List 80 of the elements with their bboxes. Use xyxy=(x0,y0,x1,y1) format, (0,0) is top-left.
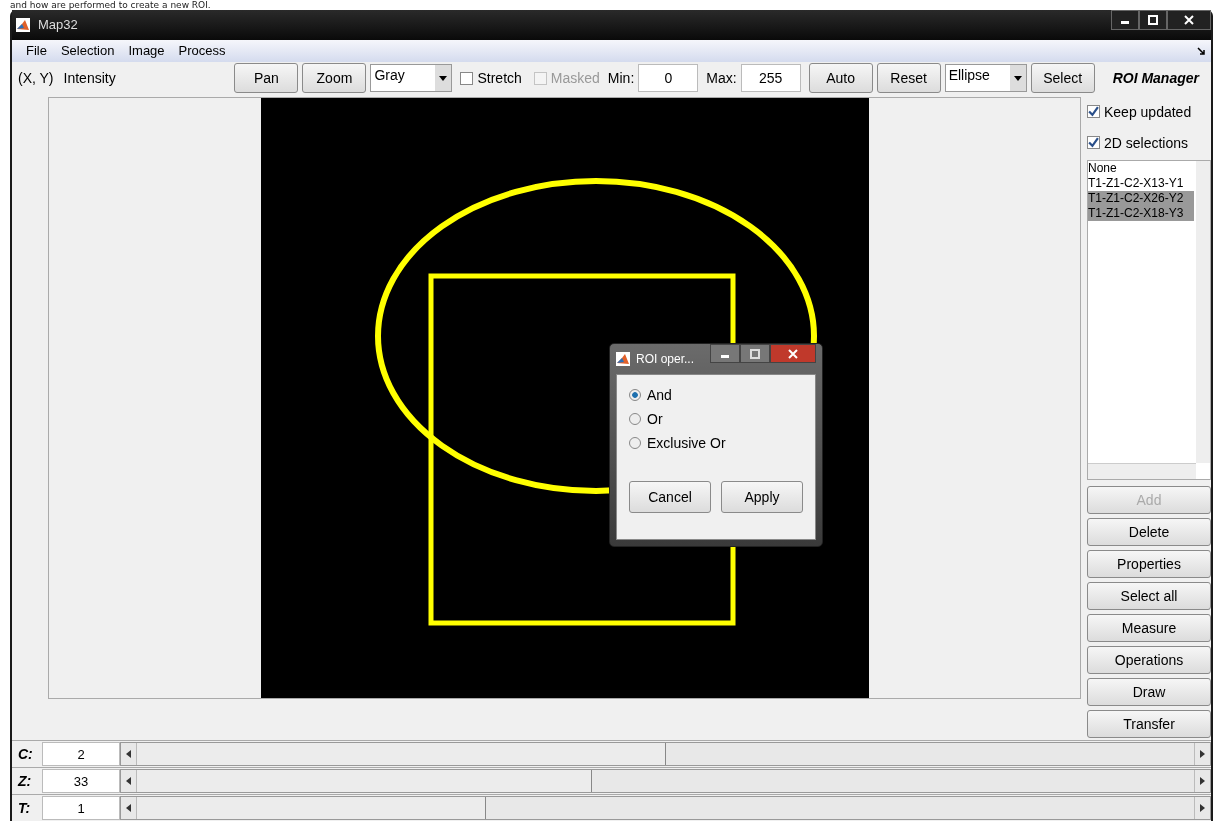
dimension-slider[interactable] xyxy=(136,770,1195,792)
slider-thumb[interactable] xyxy=(137,743,666,765)
left-arrow-icon[interactable] xyxy=(126,777,131,785)
roi-list-item[interactable]: None xyxy=(1088,161,1194,176)
caption-text: and how are performed to create a new ROI. xyxy=(9,0,212,10)
min-label: Min: xyxy=(607,70,635,87)
dimension-slider[interactable] xyxy=(136,797,1195,819)
close-icon xyxy=(787,348,799,359)
horizontal-scrollbar[interactable] xyxy=(1088,463,1196,479)
dialog-button[interactable]: Apply xyxy=(721,481,803,513)
dropdown-arrow-icon[interactable] xyxy=(1013,75,1022,81)
right-arrow-icon[interactable] xyxy=(1200,777,1205,785)
left-arrow-icon[interactable] xyxy=(126,804,131,812)
app-logo-icon xyxy=(16,17,30,32)
close-button[interactable] xyxy=(770,344,816,363)
panel-title: ROI Manager xyxy=(1112,70,1199,87)
maximize-button[interactable] xyxy=(740,344,770,363)
dimension-label: C: xyxy=(17,746,34,762)
operation-radio[interactable]: Or xyxy=(629,411,803,427)
menu-item[interactable]: Selection xyxy=(60,43,115,59)
min-field[interactable]: 0 xyxy=(638,64,699,93)
roi-button[interactable]: Properties xyxy=(1087,550,1211,578)
vertical-scrollbar[interactable] xyxy=(1196,161,1210,463)
roi-button[interactable]: Delete xyxy=(1087,518,1211,546)
dialog-title: ROI oper... xyxy=(636,352,695,366)
roi-button[interactable]: Operations xyxy=(1087,646,1211,674)
slider-thumb[interactable] xyxy=(137,797,486,819)
operation-radio[interactable]: Exclusive Or xyxy=(629,435,803,451)
slider-thumb[interactable] xyxy=(137,770,592,792)
maximize-icon xyxy=(749,348,761,359)
dock-arrow-icon[interactable] xyxy=(1197,46,1205,55)
minimize-icon xyxy=(721,354,729,358)
close-button[interactable] xyxy=(1167,10,1211,30)
dimension-field[interactable]: 1 xyxy=(42,796,120,820)
roi-list-item[interactable]: T1-Z1-C2-X18-Y3 xyxy=(1088,206,1194,221)
roi-list-item[interactable]: T1-Z1-C2-X13-Y1 xyxy=(1088,176,1194,191)
left-arrow-icon[interactable] xyxy=(126,750,131,758)
menu-item[interactable]: Image xyxy=(128,43,165,59)
minimize-button[interactable] xyxy=(1111,10,1139,30)
dropdown-arrow-icon[interactable] xyxy=(439,75,448,81)
minimize-icon xyxy=(1121,21,1129,24)
checkbox-box[interactable] xyxy=(460,71,474,85)
auto-button[interactable]: Auto xyxy=(808,63,873,94)
app-logo-icon xyxy=(616,352,630,366)
max-field[interactable]: 255 xyxy=(740,64,801,93)
check-icon xyxy=(1088,106,1099,117)
intensity-label: Intensity xyxy=(63,70,116,87)
dimension-field[interactable]: 2 xyxy=(42,742,120,766)
dimension-slider[interactable] xyxy=(136,743,1195,765)
coords-label: (X, Y) xyxy=(18,70,54,87)
pan-button[interactable]: Pan xyxy=(234,63,299,94)
roi-button[interactable]: Transfer xyxy=(1087,710,1211,738)
dimension-label: Z: xyxy=(16,773,33,789)
roi-button[interactable]: Select all xyxy=(1087,582,1211,610)
right-arrow-icon[interactable] xyxy=(1200,804,1205,812)
operation-radio[interactable]: And xyxy=(629,387,803,403)
select-button[interactable]: Select xyxy=(1030,63,1095,94)
zoom-button[interactable]: Zoom xyxy=(302,63,367,94)
shape-dropdown[interactable]: Ellipse xyxy=(944,64,1027,93)
close-icon xyxy=(1183,15,1195,25)
dimension-field[interactable]: 33 xyxy=(42,769,120,793)
menu-item[interactable]: File xyxy=(26,43,47,59)
window-title: Map32 xyxy=(38,17,78,33)
option-checkbox[interactable]: 2D selections xyxy=(1087,129,1211,156)
colormap-dropdown[interactable]: Gray xyxy=(370,64,453,93)
max-label: Max: xyxy=(706,70,737,87)
stretch-checkbox[interactable]: Stretch xyxy=(460,70,522,87)
roi-list-item[interactable]: T1-Z1-C2-X26-Y2 xyxy=(1088,191,1194,206)
check-icon xyxy=(1088,137,1099,148)
maximize-button[interactable] xyxy=(1139,10,1167,30)
dialog-button[interactable]: Cancel xyxy=(629,481,711,513)
dimension-label: T: xyxy=(17,800,32,816)
right-arrow-icon[interactable] xyxy=(1200,750,1205,758)
menu-item[interactable]: Process xyxy=(178,43,226,59)
option-checkbox[interactable]: Keep updated xyxy=(1087,98,1211,125)
maximize-icon xyxy=(1147,15,1159,25)
roi-button[interactable]: Draw xyxy=(1087,678,1211,706)
roi-button[interactable]: Measure xyxy=(1087,614,1211,642)
reset-button[interactable]: Reset xyxy=(876,63,941,94)
minimize-button[interactable] xyxy=(710,344,740,363)
